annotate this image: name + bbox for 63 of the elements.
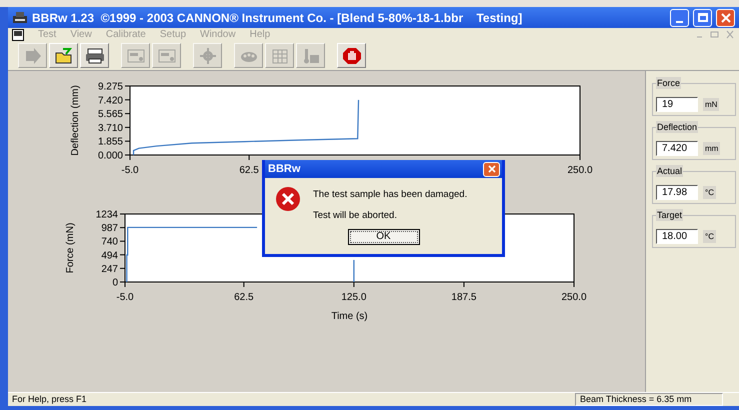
- tick-label: 250.0: [567, 165, 593, 176]
- tick-label: 250.0: [561, 292, 587, 303]
- close-icon: [720, 12, 730, 22]
- tick-label: -5.0: [116, 292, 134, 303]
- printer-icon: [84, 46, 104, 64]
- dialog-message: The test sample has been damaged.: [313, 188, 468, 202]
- panel-icon: [156, 46, 176, 64]
- unit-label: °C: [703, 186, 716, 199]
- group-label: Deflection: [656, 121, 698, 133]
- tick-label: 1.855: [98, 136, 123, 148]
- error-icon: [275, 186, 301, 212]
- toolbar-button[interactable]: [80, 43, 109, 68]
- tick-label: 62.5: [234, 292, 254, 303]
- tick-label: 125.0: [341, 292, 366, 303]
- close-button[interactable]: [716, 8, 735, 26]
- tick-label: -5.0: [121, 165, 139, 176]
- group-label: Target: [656, 209, 684, 221]
- close-button[interactable]: [483, 162, 500, 176]
- tick-label: 1234: [96, 210, 118, 220]
- readout-field: 19: [656, 97, 698, 112]
- tick-label: 0.000: [98, 150, 123, 162]
- readout-field: 18.00: [656, 229, 698, 244]
- tick-label: 7.420: [98, 95, 123, 106]
- group-label: Actual: [656, 165, 684, 177]
- group-label: Force: [656, 77, 682, 89]
- maximize-button[interactable]: [693, 8, 712, 26]
- readout-field: 17.98: [656, 185, 698, 200]
- axis-title: Deflection (mm): [70, 85, 81, 156]
- tick-label: 3.710: [98, 122, 123, 134]
- data-line: [353, 260, 354, 282]
- panel-icon: [126, 46, 146, 64]
- tick-label: 987: [101, 223, 118, 234]
- axis-title: Force (mN): [65, 222, 76, 274]
- tick-label: 740: [101, 236, 118, 248]
- tick-label: 187.5: [451, 292, 476, 303]
- tick-label: 247: [101, 264, 118, 275]
- table-icon: [270, 46, 290, 64]
- dialog-message: Test will be aborted.: [313, 209, 398, 224]
- unit-label: mN: [703, 98, 720, 111]
- gear-icon: [198, 46, 218, 64]
- status-panel: Beam Thickness = 6.35 mm: [575, 393, 723, 406]
- document-icon: [12, 28, 24, 40]
- tick-label: 5.565: [98, 109, 123, 120]
- window-title: BBRw 1.23 ©1999 - 2003 CANNON® Instrument Co. - [Blend 5-80%-18-1.bbr Testing]: [32, 10, 524, 26]
- toolbar-button[interactable]: [337, 43, 366, 68]
- unit-label: mm: [703, 142, 720, 155]
- tick-label: 0: [112, 278, 118, 288]
- stop-hand-icon: [342, 46, 362, 64]
- toolbar-button[interactable]: [49, 43, 78, 68]
- axis-title: Time (s): [331, 311, 368, 322]
- readout-field: 7.420: [656, 141, 698, 156]
- minimize-button[interactable]: [670, 8, 689, 26]
- tick-label: 62.5: [239, 165, 259, 176]
- unit-label: °C: [703, 230, 716, 243]
- app-icon: [12, 10, 28, 24]
- mdi-controls-icon: [695, 30, 735, 39]
- ok-button[interactable]: OK: [348, 228, 420, 244]
- tick-label: 9.275: [98, 82, 123, 92]
- tick-label: 494: [101, 250, 118, 262]
- dialog-title: BBRw: [268, 162, 300, 177]
- folder-icon: [54, 46, 74, 64]
- status-text: For Help, press F1: [11, 392, 88, 406]
- close-icon: [488, 165, 496, 173]
